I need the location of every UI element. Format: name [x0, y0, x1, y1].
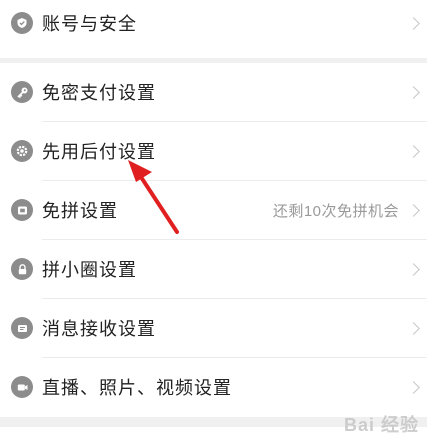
- settings-item-live-photo-video[interactable]: 直播、照片、视频设置: [0, 358, 427, 416]
- chevron-right-icon: [407, 203, 420, 217]
- settings-item-label: 消息接收设置: [42, 319, 156, 339]
- settings-item-label: 先用后付设置: [42, 142, 156, 162]
- settings-item-label: 拼小圈设置: [42, 260, 137, 280]
- chevron-right-icon: [407, 262, 420, 276]
- settings-item-password-free-payment[interactable]: 免密支付设置: [0, 63, 427, 121]
- settings-item-account-security[interactable]: 账号与安全: [0, 0, 427, 52]
- settings-item-circle[interactable]: 拼小圈设置: [0, 240, 427, 298]
- settings-item-label: 免拼设置: [42, 201, 118, 221]
- key-icon: [11, 81, 33, 103]
- shield-icon: [11, 12, 33, 34]
- lock-icon: [11, 258, 33, 280]
- settings-item-label: 直播、照片、视频设置: [42, 378, 232, 398]
- ticket-icon: [11, 199, 33, 221]
- settings-item-label: 免密支付设置: [42, 83, 156, 103]
- video-icon: [11, 376, 33, 398]
- chevron-right-icon: [407, 16, 420, 30]
- settings-item-pay-later[interactable]: 先用后付设置: [0, 122, 427, 180]
- settings-item-message[interactable]: 消息接收设置: [0, 299, 427, 357]
- message-icon: [11, 317, 33, 339]
- watermark-logo: Bai 经验: [343, 415, 419, 435]
- settings-item-label: 账号与安全: [42, 14, 137, 34]
- chevron-right-icon: [407, 321, 420, 335]
- settings-page: 账号与安全 免密支付设置 先用后付设置 免拼设置 还剩10次免拼机会 拼小圈设置: [0, 0, 427, 443]
- gear-icon: [11, 140, 33, 162]
- chevron-right-icon: [407, 380, 420, 394]
- group-free-remaining-text: 还剩10次免拼机会: [272, 202, 399, 220]
- settings-item-group-free[interactable]: 免拼设置 还剩10次免拼机会: [0, 181, 427, 239]
- chevron-right-icon: [407, 144, 420, 158]
- chevron-right-icon: [407, 85, 420, 99]
